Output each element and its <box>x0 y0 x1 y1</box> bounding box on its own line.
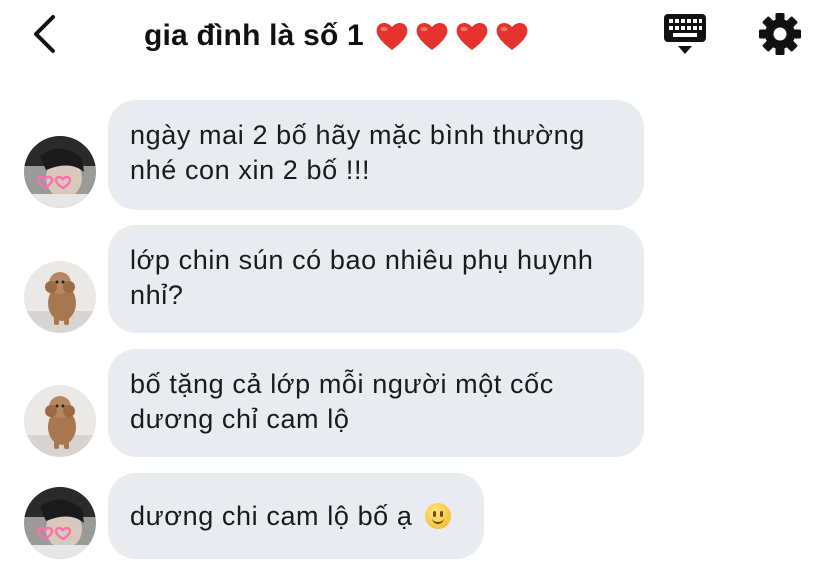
heart-icon <box>456 22 488 50</box>
avatar[interactable] <box>24 136 96 208</box>
heart-icon <box>496 22 528 50</box>
gear-icon <box>759 13 801 55</box>
message-text: lớp chin sún có bao nhiêu phụ huynh nhỉ? <box>130 245 594 310</box>
avatar[interactable] <box>24 261 96 333</box>
message-text: ngày mai 2 bố hãy mặc bình thường nhé co… <box>130 120 585 185</box>
chat-header: gia đình là số 1 <box>0 0 828 72</box>
message-row: ngày mai 2 bố hãy mặc bình thường nhé co… <box>0 100 828 210</box>
title-hearts <box>374 19 530 53</box>
back-button[interactable] <box>26 12 62 56</box>
message-text: bố tặng cả lớp mỗi người một cốc dương c… <box>130 369 554 434</box>
chevron-left-icon <box>34 15 55 53</box>
dog-avatar-icon <box>24 385 96 457</box>
keyboard-button[interactable] <box>662 12 708 56</box>
heart-icon <box>376 22 408 50</box>
dog-avatar-icon <box>24 261 96 333</box>
message-row: dương chi cam lộ bố ạ <box>0 473 828 561</box>
message-row: bố tặng cả lớp mỗi người một cốc dương c… <box>0 349 828 459</box>
settings-button[interactable] <box>756 10 804 58</box>
message-bubble[interactable]: ngày mai 2 bố hãy mặc bình thường nhé co… <box>108 100 644 210</box>
message-bubble[interactable]: bố tặng cả lớp mỗi người một cốc dương c… <box>108 349 644 457</box>
child-avatar-icon <box>24 487 96 559</box>
chat-title: gia đình là số 1 <box>144 19 364 52</box>
message-bubble[interactable]: dương chi cam lộ bố ạ <box>108 473 484 559</box>
child-avatar-icon <box>24 136 96 208</box>
avatar[interactable] <box>24 385 96 457</box>
message-text: dương chi cam lộ bố ạ <box>130 501 413 531</box>
chat-title-group[interactable]: gia đình là số 1 <box>144 14 530 58</box>
avatar[interactable] <box>24 487 96 559</box>
message-bubble[interactable]: lớp chin sún có bao nhiêu phụ huynh nhỉ? <box>108 225 644 333</box>
heart-icon <box>416 22 448 50</box>
message-row: lớp chin sún có bao nhiêu phụ huynh nhỉ? <box>0 225 828 335</box>
smiling-face-icon <box>424 503 451 529</box>
keyboard-icon <box>664 14 706 54</box>
